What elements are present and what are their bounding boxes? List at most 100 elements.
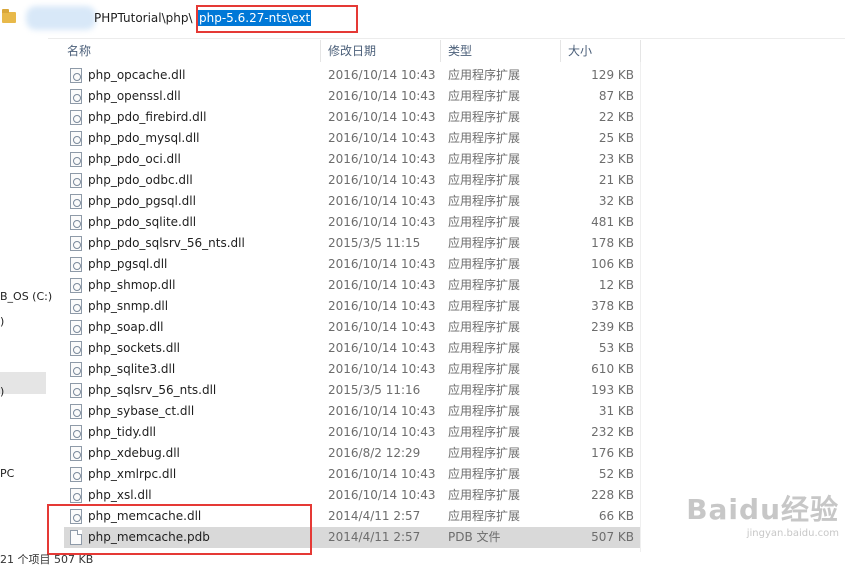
file-row[interactable]: php_pgsql.dll 2016/10/14 10:43 应用程序扩展 106 K…	[64, 254, 640, 275]
column-header-name[interactable]: 名称	[67, 40, 91, 62]
dll-file-icon	[70, 131, 82, 146]
file-size: 87 KB	[598, 89, 634, 103]
file-size: 22 KB	[598, 110, 634, 124]
file-row[interactable]: php_tidy.dll 2016/10/14 10:43 应用程序扩展 232 KB	[64, 422, 640, 443]
file-date: 2016/10/14 10:43	[328, 110, 436, 124]
dll-file-icon	[70, 425, 82, 440]
file-type: 应用程序扩展	[448, 89, 521, 103]
address-path-prefix[interactable]: PHPTutorial\php\	[94, 10, 193, 26]
file-size: 66 KB	[598, 509, 634, 523]
watermark-brand: Baidu经验	[686, 493, 839, 526]
file-size: 507 KB	[591, 530, 634, 544]
file-name: php_pdo_firebird.dll	[88, 110, 207, 124]
file-size: 176 KB	[591, 446, 634, 460]
dll-file-icon	[70, 341, 82, 356]
file-row[interactable]: php_soap.dll 2016/10/14 10:43 应用程序扩展 239 KB	[64, 317, 640, 338]
file-size: 239 KB	[591, 320, 634, 334]
file-type: 应用程序扩展	[448, 509, 521, 523]
file-row[interactable]: php_pdo_sqlsrv_56_nts.dll 2015/3/5 11:15 应…	[64, 233, 640, 254]
file-size: 32 KB	[598, 194, 634, 208]
file-name: php_sqlsrv_56_nts.dll	[88, 383, 217, 397]
dll-file-icon	[70, 257, 82, 272]
file-row[interactable]: php_pdo_pgsql.dll 2016/10/14 10:43 应用程序扩展 3…	[64, 191, 640, 212]
list-edge	[640, 62, 641, 552]
file-name: php_xdebug.dll	[88, 446, 180, 460]
dll-file-icon	[70, 467, 82, 482]
file-row[interactable]: php_sybase_ct.dll 2016/10/14 10:43 应用程序扩展 3…	[64, 401, 640, 422]
file-row[interactable]: php_sockets.dll 2016/10/14 10:43 应用程序扩展 53 …	[64, 338, 640, 359]
nav-item-pc[interactable]: PC	[0, 467, 14, 480]
column-divider[interactable]	[440, 40, 441, 62]
file-row[interactable]: php_memcache.dll 2014/4/11 2:57 应用程序扩展 66 K…	[64, 506, 640, 527]
file-row[interactable]: php_opcache.dll 2016/10/14 10:43 应用程序扩展 129…	[64, 65, 640, 86]
nav-item[interactable]: )	[0, 315, 4, 328]
dll-file-icon	[70, 89, 82, 104]
file-row[interactable]: php_pdo_firebird.dll 2016/10/14 10:43 应用程序…	[64, 107, 640, 128]
column-header-size[interactable]: 大小	[568, 40, 592, 62]
file-size: 52 KB	[598, 467, 634, 481]
dll-file-icon	[70, 278, 82, 293]
file-size: 610 KB	[591, 362, 634, 376]
file-type: 应用程序扩展	[448, 194, 521, 208]
file-date: 2016/10/14 10:43	[328, 488, 436, 502]
column-divider[interactable]	[320, 40, 321, 62]
file-row[interactable]: php_snmp.dll 2016/10/14 10:43 应用程序扩展 378 KB	[64, 296, 640, 317]
file-row[interactable]: php_pdo_odbc.dll 2016/10/14 10:43 应用程序扩展 21…	[64, 170, 640, 191]
file-row[interactable]: php_pdo_oci.dll 2016/10/14 10:43 应用程序扩展 23 …	[64, 149, 640, 170]
pdb-file-icon	[70, 530, 82, 545]
file-date: 2016/10/14 10:43	[328, 320, 436, 334]
status-bar: 21 个项目 507 KB	[0, 553, 94, 566]
column-header-type[interactable]: 类型	[448, 40, 472, 62]
address-bar[interactable]: PHPTutorial\php\ php-5.6.27-nts\ext	[0, 0, 845, 39]
file-type: 应用程序扩展	[448, 236, 521, 250]
file-type: 应用程序扩展	[448, 341, 521, 355]
file-row[interactable]: php_xmlrpc.dll 2016/10/14 10:43 应用程序扩展 52 K…	[64, 464, 640, 485]
file-date: 2015/3/5 11:15	[328, 236, 421, 250]
file-date: 2016/10/14 10:43	[328, 341, 436, 355]
file-size: 21 KB	[598, 173, 634, 187]
file-size: 25 KB	[598, 131, 634, 145]
file-row[interactable]: php_shmop.dll 2016/10/14 10:43 应用程序扩展 12 KB	[64, 275, 640, 296]
nav-item-drive[interactable]: B_OS (C:)	[0, 290, 52, 303]
nav-selected-item[interactable]	[0, 372, 46, 394]
file-type: 应用程序扩展	[448, 320, 521, 334]
watermark-url: jingyan.baidu.com	[746, 528, 839, 539]
file-row[interactable]: php_xsl.dll 2016/10/14 10:43 应用程序扩展 228 KB	[64, 485, 640, 506]
column-header-date[interactable]: 修改日期	[328, 40, 376, 62]
file-name: php_openssl.dll	[88, 89, 181, 103]
file-date: 2016/8/2 12:29	[328, 446, 421, 460]
file-name: php_pdo_mysql.dll	[88, 131, 200, 145]
dll-file-icon	[70, 299, 82, 314]
file-row[interactable]: php_sqlite3.dll 2016/10/14 10:43 应用程序扩展 610…	[64, 359, 640, 380]
file-name: php_pdo_sqlsrv_56_nts.dll	[88, 236, 245, 250]
nav-item[interactable]: )	[0, 385, 4, 398]
file-type: 应用程序扩展	[448, 425, 521, 439]
file-date: 2015/3/5 11:16	[328, 383, 421, 397]
address-path-selected[interactable]: php-5.6.27-nts\ext	[198, 10, 312, 26]
file-size: 53 KB	[598, 341, 634, 355]
file-name: php_memcache.dll	[88, 509, 202, 523]
file-name: php_pdo_odbc.dll	[88, 173, 193, 187]
file-date: 2016/10/14 10:43	[328, 362, 436, 376]
column-divider[interactable]	[560, 40, 561, 62]
file-row[interactable]: php_memcache.pdb 2014/4/11 2:57 PDB 文件 507 …	[64, 527, 640, 548]
file-name: php_pdo_sqlite.dll	[88, 215, 197, 229]
file-row[interactable]: php_xdebug.dll 2016/8/2 12:29 应用程序扩展 176 KB	[64, 443, 640, 464]
file-name: php_pdo_oci.dll	[88, 152, 181, 166]
navigation-pane[interactable]: B_OS (C:) ) ) PC	[0, 38, 52, 559]
dll-file-icon	[70, 236, 82, 251]
file-row[interactable]: php_pdo_mysql.dll 2016/10/14 10:43 应用程序扩展 2…	[64, 128, 640, 149]
file-date: 2016/10/14 10:43	[328, 152, 436, 166]
file-row[interactable]: php_openssl.dll 2016/10/14 10:43 应用程序扩展 87 …	[64, 86, 640, 107]
file-name: php_xsl.dll	[88, 488, 152, 502]
file-size: 129 KB	[591, 68, 634, 82]
dll-file-icon	[70, 215, 82, 230]
file-name: php_sockets.dll	[88, 341, 180, 355]
column-divider[interactable]	[640, 40, 641, 62]
file-row[interactable]: php_sqlsrv_56_nts.dll 2015/3/5 11:16 应用程序扩…	[64, 380, 640, 401]
file-type: 应用程序扩展	[448, 362, 521, 376]
file-date: 2016/10/14 10:43	[328, 173, 436, 187]
file-name: php_xmlrpc.dll	[88, 467, 177, 481]
file-date: 2016/10/14 10:43	[328, 278, 436, 292]
file-row[interactable]: php_pdo_sqlite.dll 2016/10/14 10:43 应用程序扩展…	[64, 212, 640, 233]
